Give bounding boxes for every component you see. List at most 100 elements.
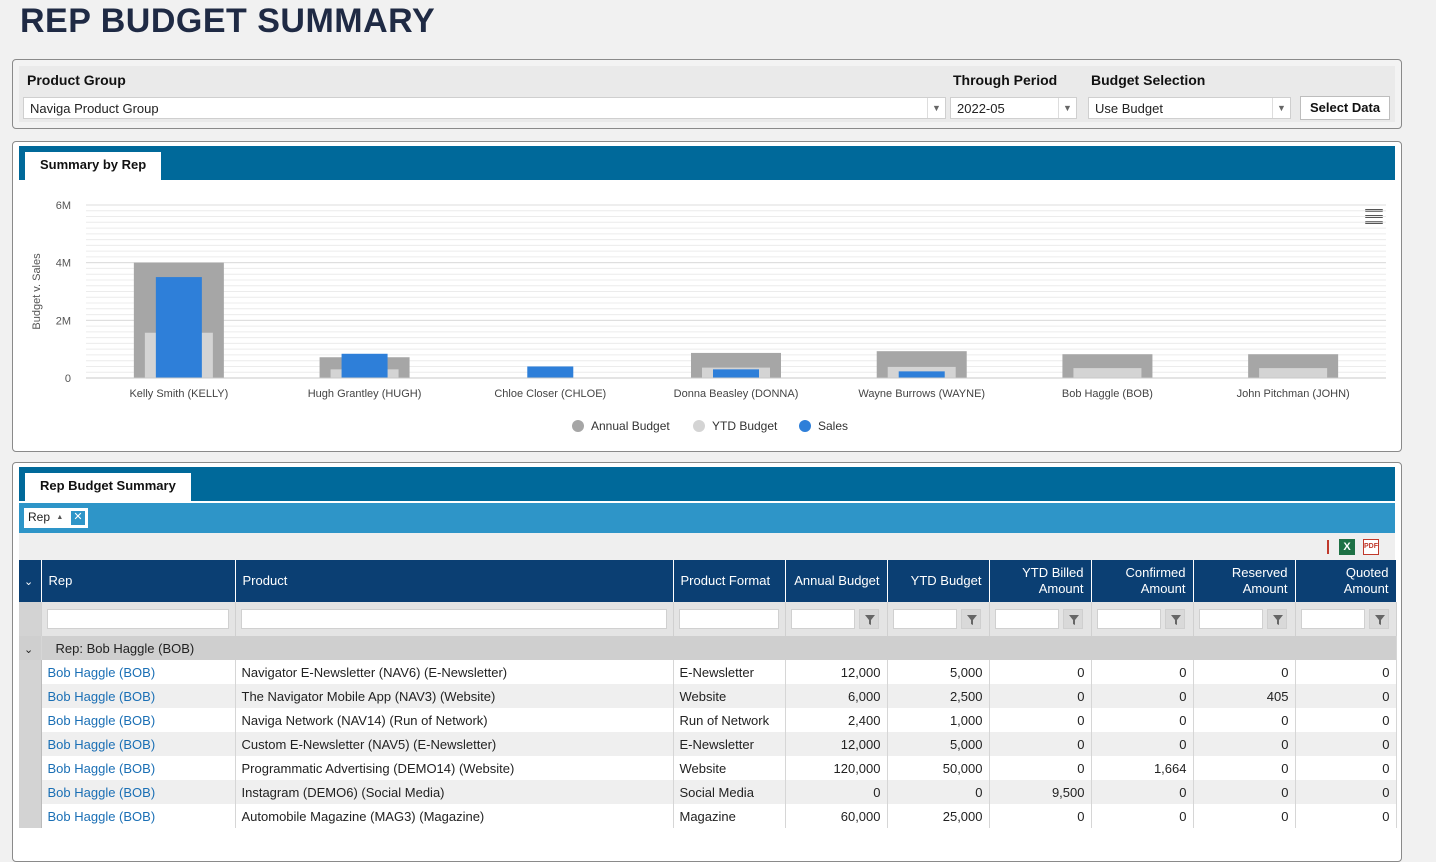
cell-ytd-budget: 2,500 <box>887 684 990 708</box>
cell-rep: Bob Haggle (BOB) <box>41 780 236 804</box>
rep-link[interactable]: Bob Haggle (BOB) <box>48 809 156 824</box>
cell-value: Navigator E-Newsletter (NAV6) (E-Newslet… <box>241 664 508 680</box>
cell-rep: Bob Haggle (BOB) <box>41 804 236 828</box>
col-header-ytd-billed[interactable]: YTD Billed Amount <box>989 560 1092 602</box>
table-row[interactable]: Bob Haggle (BOB) Instagram (DEMO6) (Socia… <box>19 780 1397 804</box>
product-group-select[interactable]: Naviga Product Group ▼ <box>23 97 946 119</box>
filter-input-billed[interactable] <box>994 609 1059 629</box>
table-row[interactable]: Bob Haggle (BOB) Automobile Magazine (MAG… <box>19 804 1397 828</box>
ytd-budget-bar <box>1073 368 1142 378</box>
cell-value: 12,000 <box>840 736 881 752</box>
col-header-product[interactable]: Product <box>235 560 674 602</box>
cell-value: 0 <box>975 784 983 800</box>
col-header-ytd-budget[interactable]: YTD Budget <box>887 560 990 602</box>
cell-value: 0 <box>1281 760 1289 776</box>
group-chip-rep[interactable]: Rep ▲ ✕ <box>24 508 88 528</box>
table-row[interactable]: Bob Haggle (BOB) Navigator E-Newsletter (… <box>19 660 1397 684</box>
rep-link[interactable]: Bob Haggle (BOB) <box>48 689 156 704</box>
col-header-quoted[interactable]: Quoted Amount <box>1295 560 1397 602</box>
pdf-export-icon[interactable]: PDF <box>1363 539 1379 555</box>
cell-value: 1,664 <box>1153 760 1187 776</box>
cell-product: The Navigator Mobile App (NAV3) (Website… <box>235 684 674 708</box>
group-collapse-toggle[interactable]: ⌄ <box>19 636 42 660</box>
y-tick-label: 0 <box>65 373 71 385</box>
filter-funnel-icon[interactable] <box>1062 609 1083 629</box>
table-row[interactable]: Bob Haggle (BOB) Custom E-Newsletter (NAV… <box>19 732 1397 756</box>
cell-confirmed: 1,664 <box>1091 756 1194 780</box>
chevron-down-icon[interactable]: ▼ <box>927 98 945 118</box>
legend-marker <box>572 420 584 432</box>
cell-rep: Bob Haggle (BOB) <box>41 732 236 756</box>
cell-product-format: Website <box>673 684 786 708</box>
table-row[interactable]: Bob Haggle (BOB) Naviga Network (NAV14) (… <box>19 708 1397 732</box>
remove-group-icon[interactable]: ✕ <box>71 511 85 525</box>
filter-funnel-icon[interactable] <box>960 609 981 629</box>
sort-asc-icon[interactable]: ▲ <box>56 514 63 521</box>
select-data-button[interactable]: Select Data <box>1300 96 1390 120</box>
budget-selection-select[interactable]: Use Budget ▼ <box>1088 97 1291 119</box>
group-chip-label: Rep <box>28 510 51 524</box>
excel-export-icon[interactable]: X <box>1339 539 1355 555</box>
cell-value: 0 <box>1382 664 1390 680</box>
filter-cell-product <box>235 602 674 636</box>
cell-value: 0 <box>1077 808 1085 824</box>
cell-value: 0 <box>1179 784 1187 800</box>
filter-input-confirmed[interactable] <box>1096 609 1161 629</box>
col-header-rep[interactable]: Rep <box>41 560 236 602</box>
grid-tabbar: Rep Budget Summary <box>19 467 1395 501</box>
cell-reserved: 0 <box>1193 804 1296 828</box>
expand-all-toggle[interactable]: ⌄ <box>19 560 42 602</box>
filter-input-annual[interactable] <box>790 609 855 629</box>
cell-value: 120,000 <box>833 760 881 776</box>
col-header-confirmed[interactable]: Confirmed Amount <box>1091 560 1194 602</box>
rep-link[interactable]: Bob Haggle (BOB) <box>48 665 156 680</box>
filter-input-product[interactable] <box>240 609 667 629</box>
cell-value: Programmatic Advertising (DEMO14) (Websi… <box>241 760 515 776</box>
filter-funnel-icon[interactable] <box>1164 609 1185 629</box>
cell-confirmed: 0 <box>1091 780 1194 804</box>
tab-rep-budget-summary[interactable]: Rep Budget Summary <box>25 473 191 501</box>
rep-link[interactable]: Bob Haggle (BOB) <box>48 713 156 728</box>
cell-ytd-billed: 0 <box>989 684 1092 708</box>
col-header-product-format[interactable]: Product Format <box>673 560 786 602</box>
y-tick-label: 6M <box>56 200 71 212</box>
filter-funnel-icon[interactable] <box>1266 609 1287 629</box>
grid-panel: Rep Budget Summary Rep ▲ ✕ X PDF ⌄ Rep P… <box>12 462 1402 862</box>
row-gutter <box>19 756 42 780</box>
filter-input-rep[interactable] <box>46 609 229 629</box>
cell-quoted: 0 <box>1295 660 1397 684</box>
filter-funnel-icon[interactable] <box>1368 609 1389 629</box>
cell-confirmed: 0 <box>1091 732 1194 756</box>
table-row[interactable]: Bob Haggle (BOB) The Navigator Mobile App… <box>19 684 1397 708</box>
tab-summary-by-rep[interactable]: Summary by Rep <box>25 152 162 180</box>
col-header-reserved[interactable]: Reserved Amount <box>1193 560 1296 602</box>
through-period-label: Through Period <box>953 72 1058 88</box>
filter-input-ytd[interactable] <box>892 609 957 629</box>
cell-ytd-budget: 25,000 <box>887 804 990 828</box>
chevron-down-icon[interactable]: ▼ <box>1058 98 1076 118</box>
rep-link[interactable]: Bob Haggle (BOB) <box>48 785 156 800</box>
page-title: REP BUDGET SUMMARY <box>20 2 436 40</box>
cell-annual-budget: 120,000 <box>785 756 888 780</box>
through-period-select[interactable]: 2022-05 ▼ <box>950 97 1077 119</box>
cell-product-format: Social Media <box>673 780 786 804</box>
filter-input-format[interactable] <box>678 609 779 629</box>
legend-label: YTD Budget <box>712 419 778 433</box>
filter-input-quoted[interactable] <box>1300 609 1365 629</box>
col-header-annual-budget[interactable]: Annual Budget <box>785 560 888 602</box>
filter-funnel-icon[interactable] <box>858 609 879 629</box>
cell-rep: Bob Haggle (BOB) <box>41 684 236 708</box>
table-row[interactable]: Bob Haggle (BOB) Programmatic Advertising… <box>19 756 1397 780</box>
filter-gutter <box>19 602 42 636</box>
cell-value: Magazine <box>679 808 736 824</box>
rep-link[interactable]: Bob Haggle (BOB) <box>48 737 156 752</box>
grouping-bar: Rep ▲ ✕ <box>19 503 1395 533</box>
cell-reserved: 0 <box>1193 708 1296 732</box>
filter-input-reserved[interactable] <box>1198 609 1263 629</box>
filter-row <box>19 602 1397 636</box>
y-tick-label: 2M <box>56 315 71 327</box>
x-tick-label: John Pitchman (JOHN) <box>1237 388 1350 400</box>
cell-value: 2,500 <box>949 688 983 704</box>
rep-link[interactable]: Bob Haggle (BOB) <box>48 761 156 776</box>
chevron-down-icon[interactable]: ▼ <box>1272 98 1290 118</box>
